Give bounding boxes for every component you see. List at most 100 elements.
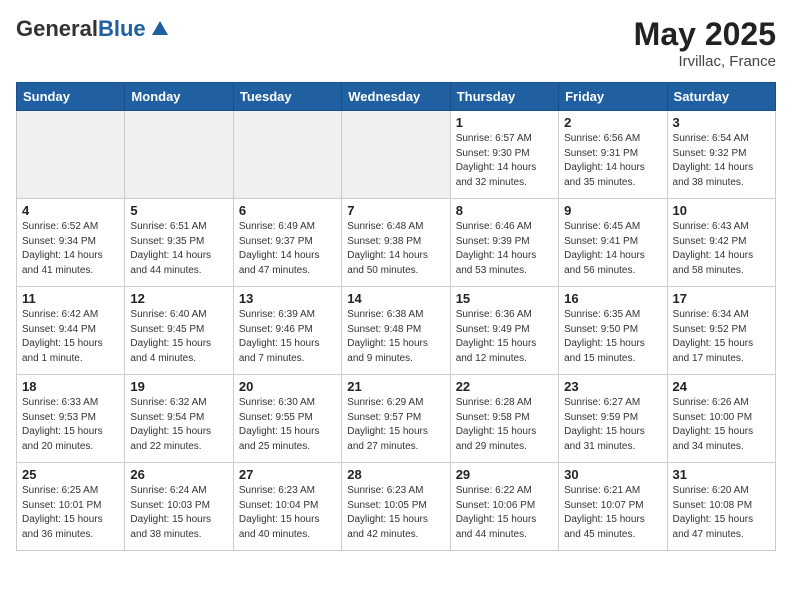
day-info: Sunrise: 6:40 AM Sunset: 9:45 PM Dayligh…	[130, 308, 227, 366]
day-info: Sunrise: 6:46 AM Sunset: 9:39 PM Dayligh…	[456, 220, 553, 278]
day-number: 25	[22, 467, 119, 482]
calendar-week-1: 4 Sunrise: 6:52 AM Sunset: 9:34 PM Daylig…	[17, 199, 776, 287]
calendar-cell: 3 Sunrise: 6:54 AM Sunset: 9:32 PM Daylig…	[667, 111, 775, 199]
day-number: 15	[456, 291, 553, 306]
calendar-cell: 28Sunrise: 6:23 AM Sunset: 10:05 PM Dayl…	[342, 463, 450, 551]
day-number: 1	[456, 115, 553, 130]
weekday-row: SundayMondayTuesdayWednesdayThursdayFrid…	[17, 83, 776, 111]
day-info: Sunrise: 6:51 AM Sunset: 9:35 PM Dayligh…	[130, 220, 227, 278]
weekday-header-tuesday: Tuesday	[233, 83, 341, 111]
calendar-cell: 2 Sunrise: 6:56 AM Sunset: 9:31 PM Daylig…	[559, 111, 667, 199]
day-number: 2	[564, 115, 661, 130]
weekday-header-wednesday: Wednesday	[342, 83, 450, 111]
calendar-cell: 27Sunrise: 6:23 AM Sunset: 10:04 PM Dayl…	[233, 463, 341, 551]
calendar-week-2: 11 Sunrise: 6:42 AM Sunset: 9:44 PM Dayli…	[17, 287, 776, 375]
calendar-cell	[233, 111, 341, 199]
day-number: 14	[347, 291, 444, 306]
calendar-cell: 13 Sunrise: 6:39 AM Sunset: 9:46 PM Dayli…	[233, 287, 341, 375]
day-info: Sunrise: 6:48 AM Sunset: 9:38 PM Dayligh…	[347, 220, 444, 278]
day-number: 20	[239, 379, 336, 394]
day-number: 28	[347, 467, 444, 482]
day-number: 6	[239, 203, 336, 218]
day-number: 9	[564, 203, 661, 218]
day-info: Sunrise: 6:39 AM Sunset: 9:46 PM Dayligh…	[239, 308, 336, 366]
calendar-cell	[125, 111, 233, 199]
day-number: 29	[456, 467, 553, 482]
calendar-cell: 15 Sunrise: 6:36 AM Sunset: 9:49 PM Dayli…	[450, 287, 558, 375]
logo-icon	[148, 17, 172, 41]
day-info: Sunrise: 6:49 AM Sunset: 9:37 PM Dayligh…	[239, 220, 336, 278]
day-number: 21	[347, 379, 444, 394]
day-info: Sunrise: 6:33 AM Sunset: 9:53 PM Dayligh…	[22, 396, 119, 454]
calendar-week-0: 1 Sunrise: 6:57 AM Sunset: 9:30 PM Daylig…	[17, 111, 776, 199]
day-info: Sunrise: 6:35 AM Sunset: 9:50 PM Dayligh…	[564, 308, 661, 366]
day-info: Sunrise: 6:20 AM Sunset: 10:08 PM Daylig…	[673, 484, 770, 542]
day-info: Sunrise: 6:52 AM Sunset: 9:34 PM Dayligh…	[22, 220, 119, 278]
location: Irvillac, France	[634, 53, 776, 70]
calendar-cell: 20 Sunrise: 6:30 AM Sunset: 9:55 PM Dayli…	[233, 375, 341, 463]
day-info: Sunrise: 6:32 AM Sunset: 9:54 PM Dayligh…	[130, 396, 227, 454]
day-info: Sunrise: 6:36 AM Sunset: 9:49 PM Dayligh…	[456, 308, 553, 366]
calendar-cell: 11 Sunrise: 6:42 AM Sunset: 9:44 PM Dayli…	[17, 287, 125, 375]
day-info: Sunrise: 6:34 AM Sunset: 9:52 PM Dayligh…	[673, 308, 770, 366]
day-number: 11	[22, 291, 119, 306]
calendar-cell: 21 Sunrise: 6:29 AM Sunset: 9:57 PM Dayli…	[342, 375, 450, 463]
day-number: 31	[673, 467, 770, 482]
day-number: 10	[673, 203, 770, 218]
day-number: 26	[130, 467, 227, 482]
calendar-cell: 4 Sunrise: 6:52 AM Sunset: 9:34 PM Daylig…	[17, 199, 125, 287]
calendar-cell: 25 Sunrise: 6:25 AM Sunset: 10:01 PM Dayl…	[17, 463, 125, 551]
day-number: 19	[130, 379, 227, 394]
day-info: Sunrise: 6:29 AM Sunset: 9:57 PM Dayligh…	[347, 396, 444, 454]
day-number: 22	[456, 379, 553, 394]
day-number: 23	[564, 379, 661, 394]
day-info: Sunrise: 6:43 AM Sunset: 9:42 PM Dayligh…	[673, 220, 770, 278]
logo-general: General	[16, 16, 98, 41]
day-info: Sunrise: 6:42 AM Sunset: 9:44 PM Dayligh…	[22, 308, 119, 366]
day-info: Sunrise: 6:56 AM Sunset: 9:31 PM Dayligh…	[564, 132, 661, 190]
day-number: 18	[22, 379, 119, 394]
weekday-header-sunday: Sunday	[17, 83, 125, 111]
title-block: May 2025 Irvillac, France	[634, 16, 776, 70]
day-number: 4	[22, 203, 119, 218]
calendar-cell: 1 Sunrise: 6:57 AM Sunset: 9:30 PM Daylig…	[450, 111, 558, 199]
calendar-cell: 29 Sunrise: 6:22 AM Sunset: 10:06 PM Dayl…	[450, 463, 558, 551]
day-info: Sunrise: 6:30 AM Sunset: 9:55 PM Dayligh…	[239, 396, 336, 454]
page-header: GeneralBlue May 2025 Irvillac, France	[16, 16, 776, 70]
day-info: Sunrise: 6:25 AM Sunset: 10:01 PM Daylig…	[22, 484, 119, 542]
day-info: Sunrise: 6:54 AM Sunset: 9:32 PM Dayligh…	[673, 132, 770, 190]
day-number: 17	[673, 291, 770, 306]
day-number: 12	[130, 291, 227, 306]
calendar-cell: 30 Sunrise: 6:21 AM Sunset: 10:07 PM Dayl…	[559, 463, 667, 551]
calendar-cell: 24 Sunrise: 6:26 AM Sunset: 10:00 PM Dayl…	[667, 375, 775, 463]
day-info: Sunrise: 6:22 AM Sunset: 10:06 PM Daylig…	[456, 484, 553, 542]
day-info: Sunrise: 6:45 AM Sunset: 9:41 PM Dayligh…	[564, 220, 661, 278]
day-info: Sunrise: 6:26 AM Sunset: 10:00 PM Daylig…	[673, 396, 770, 454]
weekday-header-thursday: Thursday	[450, 83, 558, 111]
calendar-cell: 14 Sunrise: 6:38 AM Sunset: 9:48 PM Dayli…	[342, 287, 450, 375]
day-info: Sunrise: 6:27 AM Sunset: 9:59 PM Dayligh…	[564, 396, 661, 454]
calendar-body: 1 Sunrise: 6:57 AM Sunset: 9:30 PM Daylig…	[17, 111, 776, 551]
weekday-header-monday: Monday	[125, 83, 233, 111]
day-info: Sunrise: 6:57 AM Sunset: 9:30 PM Dayligh…	[456, 132, 553, 190]
calendar-cell: 23 Sunrise: 6:27 AM Sunset: 9:59 PM Dayli…	[559, 375, 667, 463]
day-number: 16	[564, 291, 661, 306]
calendar-cell	[342, 111, 450, 199]
day-info: Sunrise: 6:28 AM Sunset: 9:58 PM Dayligh…	[456, 396, 553, 454]
calendar-week-4: 25 Sunrise: 6:25 AM Sunset: 10:01 PM Dayl…	[17, 463, 776, 551]
day-info: Sunrise: 6:21 AM Sunset: 10:07 PM Daylig…	[564, 484, 661, 542]
weekday-header-friday: Friday	[559, 83, 667, 111]
calendar-cell: 16 Sunrise: 6:35 AM Sunset: 9:50 PM Dayli…	[559, 287, 667, 375]
calendar-table: SundayMondayTuesdayWednesdayThursdayFrid…	[16, 82, 776, 551]
day-number: 24	[673, 379, 770, 394]
calendar-cell: 5Sunrise: 6:51 AM Sunset: 9:35 PM Daylig…	[125, 199, 233, 287]
day-number: 7	[347, 203, 444, 218]
calendar-cell: 10 Sunrise: 6:43 AM Sunset: 9:42 PM Dayli…	[667, 199, 775, 287]
calendar-cell: 9 Sunrise: 6:45 AM Sunset: 9:41 PM Daylig…	[559, 199, 667, 287]
day-number: 13	[239, 291, 336, 306]
day-number: 3	[673, 115, 770, 130]
day-info: Sunrise: 6:38 AM Sunset: 9:48 PM Dayligh…	[347, 308, 444, 366]
calendar-cell: 18 Sunrise: 6:33 AM Sunset: 9:53 PM Dayli…	[17, 375, 125, 463]
calendar-cell: 6 Sunrise: 6:49 AM Sunset: 9:37 PM Daylig…	[233, 199, 341, 287]
day-number: 30	[564, 467, 661, 482]
